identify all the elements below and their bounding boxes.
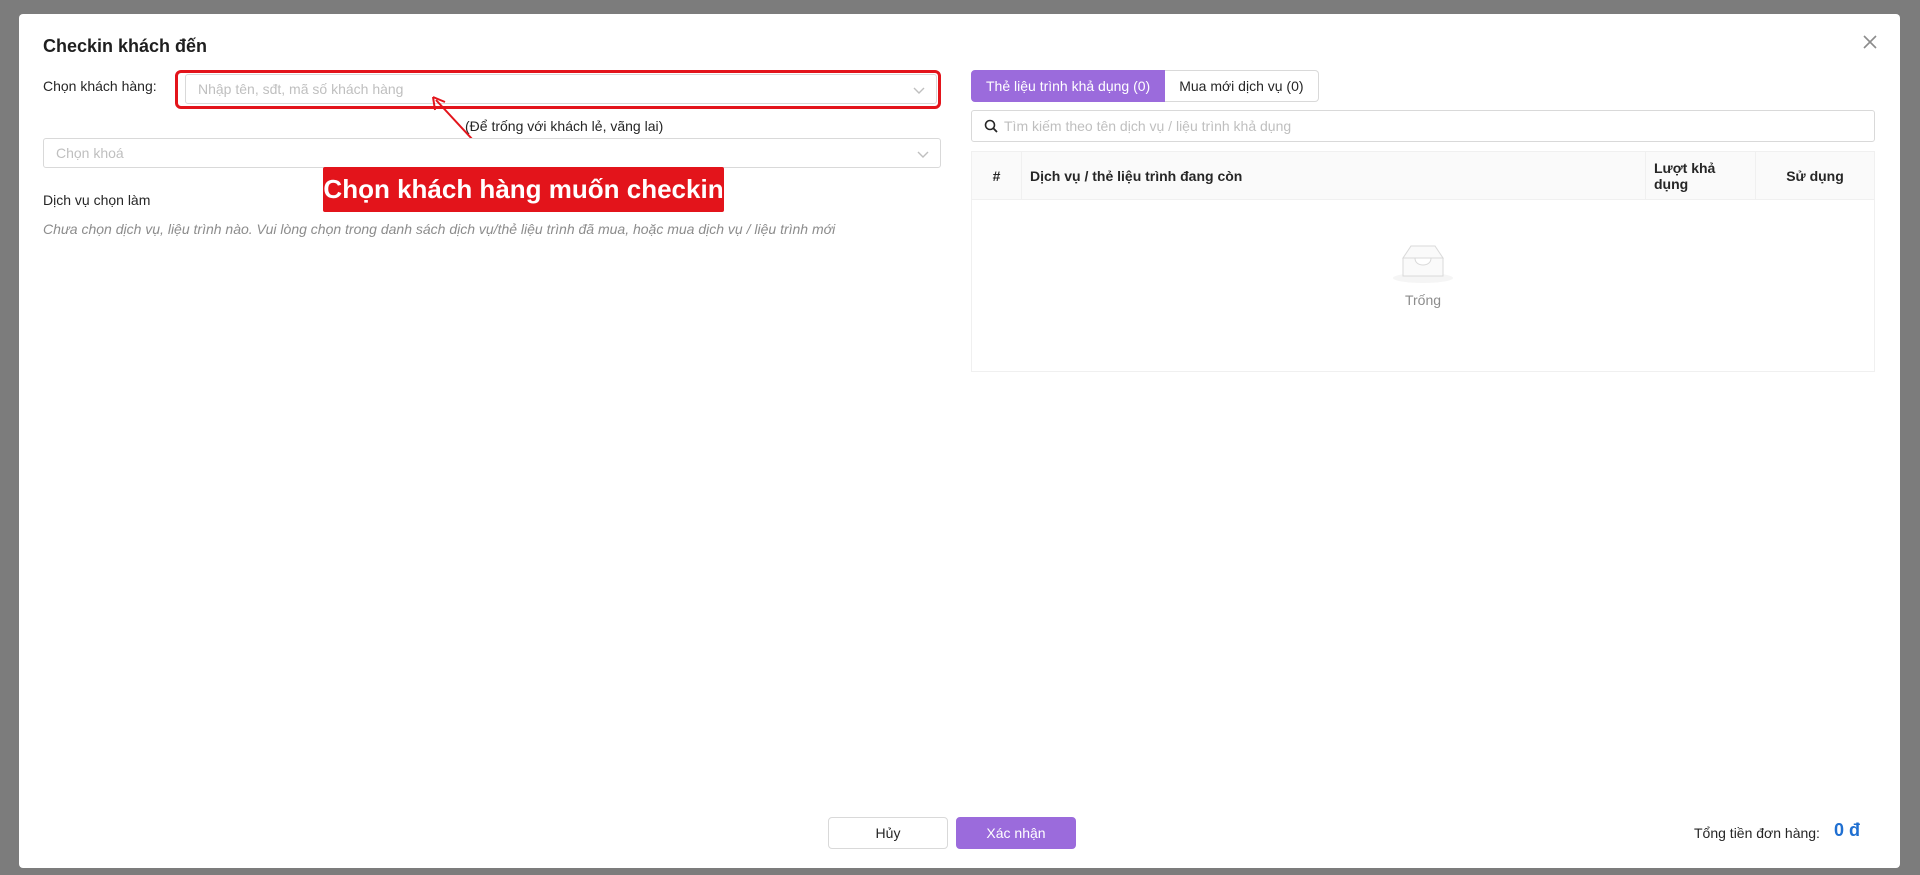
column-header-index: # (972, 152, 1022, 199)
chevron-down-icon (917, 151, 929, 158)
service-tabs: Thẻ liệu trình khả dụng (0) Mua mới dịch… (971, 70, 1319, 102)
empty-inbox-icon (1393, 245, 1453, 283)
table-header: # Dịch vụ / thẻ liệu trình đang còn Lượt… (972, 152, 1874, 200)
service-search-input[interactable] (1004, 118, 1874, 134)
checkin-dialog: Checkin khách đến Chọn khách hàng: Nhập … (19, 14, 1900, 868)
search-icon (984, 119, 998, 133)
customer-label: Chọn khách hàng: (43, 78, 157, 94)
column-header-available: Lượt khả dụng (1646, 152, 1756, 199)
total-label: Tổng tiền đơn hàng: (1694, 825, 1820, 841)
customer-hint: (Để trống với khách lẻ, vãng lai) (465, 118, 664, 134)
annotation-highlight-box (175, 70, 941, 109)
total-value: 0 đ (1834, 820, 1861, 840)
column-header-use: Sử dụng (1786, 167, 1844, 184)
course-select-placeholder: Chọn khoá (56, 145, 124, 161)
dialog-title: Checkin khách đến (43, 36, 208, 56)
tab-available-cards[interactable]: Thẻ liệu trình khả dụng (0) (971, 70, 1166, 102)
tab-buy-new-service[interactable]: Mua mới dịch vụ (0) (1165, 70, 1319, 102)
column-header-service: Dịch vụ / thẻ liệu trình đang còn (1022, 152, 1646, 199)
confirm-button[interactable]: Xác nhận (956, 817, 1076, 849)
services-label: Dịch vụ chọn làm (43, 192, 151, 208)
service-search (971, 110, 1875, 142)
empty-state: Trống (972, 242, 1874, 308)
close-button[interactable] (1858, 30, 1882, 54)
services-table: # Dịch vụ / thẻ liệu trình đang còn Lượt… (971, 151, 1875, 372)
annotation-callout: Chọn khách hàng muốn checkin (323, 167, 724, 212)
cancel-button[interactable]: Hủy (828, 817, 948, 849)
services-empty-note: Chưa chọn dịch vụ, liệu trình nào. Vui l… (43, 221, 836, 237)
close-icon (1863, 35, 1877, 49)
empty-text: Trống (1404, 292, 1442, 308)
course-select[interactable]: Chọn khoá (43, 138, 941, 168)
